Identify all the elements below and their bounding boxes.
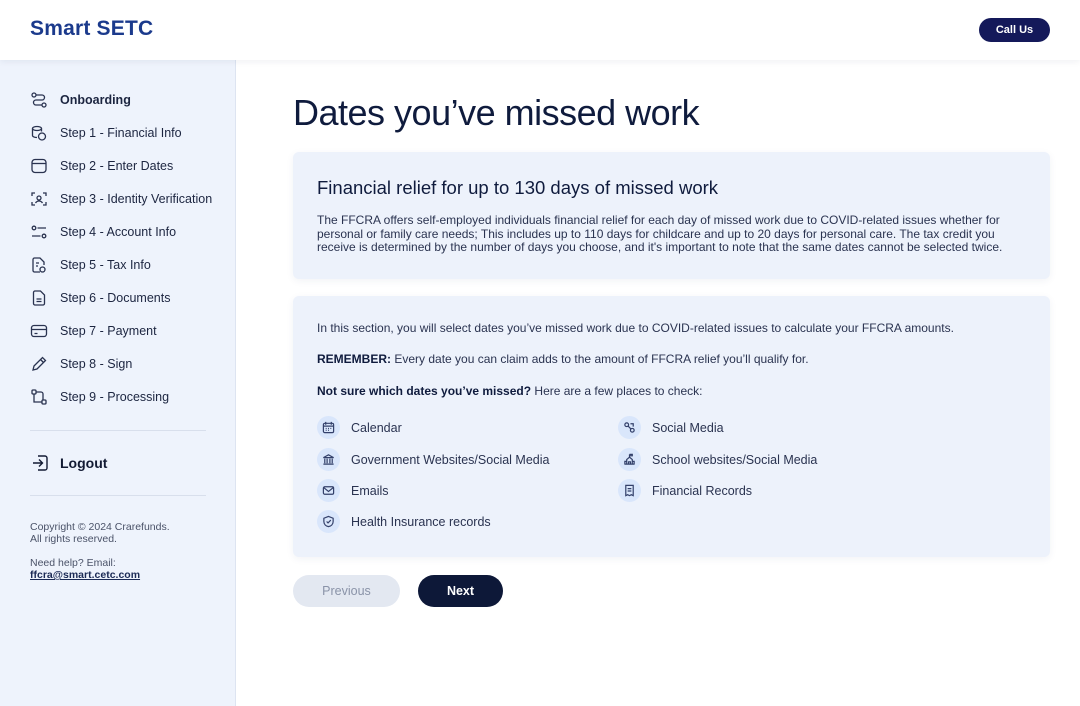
sidebar-item-label: Step 7 - Payment [60,324,157,338]
copyright-line: Copyright © 2024 Crarefunds. [30,521,170,533]
sidebar-item-label: Step 9 - Processing [60,390,170,404]
info-card: Financial relief for up to 130 days of m… [293,152,1050,279]
document-icon [30,289,48,307]
sidebar-item-step-6[interactable]: Step 6 - Documents [30,288,170,308]
shield-icon [317,510,340,533]
sidebar-item-label: Step 6 - Documents [60,291,171,305]
next-button[interactable]: Next [418,575,503,607]
sidebar-item-label: Onboarding [60,93,131,107]
sidebar-item-label: Step 5 - Tax Info [60,258,151,272]
source-label: Calendar [351,420,402,435]
logout-icon [30,453,50,473]
help-email-link[interactable]: ffcra@smart.cetc.com [30,569,140,581]
remember-label: REMEMBER: [317,352,391,366]
face-scan-icon [30,190,48,208]
help-label: Need help? Email: [30,557,116,569]
sidebar-item-step-8[interactable]: Step 8 - Sign [30,354,132,374]
sidebar-item-step-3[interactable]: Step 3 - Identity Verification [30,189,212,209]
sidebar-divider [30,430,206,431]
sidebar-item-step-4[interactable]: Step 4 - Account Info [30,222,176,242]
instructions-intro: In this section, you will select dates y… [317,321,954,335]
source-social-media: Social Media [618,416,724,439]
remember-note: REMEMBER: Every date you can claim adds … [317,352,809,366]
route-icon [30,91,48,109]
source-label: Social Media [652,420,724,435]
receipt-icon [618,479,641,502]
sidebar-item-step-2[interactable]: Step 2 - Enter Dates [30,156,173,176]
help-contact: Need help? Email: ffcra@smart.cetc.com [30,557,140,581]
info-card-title: Financial relief for up to 130 days of m… [317,177,719,198]
sidebar-divider [30,495,206,496]
source-school: School websites/Social Media [618,448,817,471]
sidebar-item-step-1[interactable]: Step 1 - Financial Info [30,123,182,143]
government-building-icon [317,448,340,471]
sidebar-item-label: Step 3 - Identity Verification [60,192,213,206]
not-sure-label: Not sure which dates you’ve missed? [317,384,532,398]
not-sure-note: Not sure which dates you’ve missed? Here… [317,384,702,398]
sidebar-item-step-7[interactable]: Step 7 - Payment [30,321,157,341]
source-financial-records: Financial Records [618,479,752,502]
sidebar-item-label: Step 8 - Sign [60,357,133,371]
source-health-insurance: Health Insurance records [317,510,491,533]
instructions-card: In this section, you will select dates y… [293,296,1050,557]
tax-document-icon [30,256,48,274]
info-card-body: The FFCRA offers self-employed individua… [317,213,1003,254]
previous-button[interactable]: Previous [293,575,400,607]
source-emails: Emails [317,479,389,502]
logout-button[interactable]: Logout [30,453,107,473]
source-label: Financial Records [652,483,753,498]
logo[interactable]: Smart SETC [30,17,153,41]
calendar-icon [317,416,340,439]
sliders-icon [30,223,48,241]
sidebar-item-label: Step 1 - Financial Info [60,126,182,140]
source-label: School websites/Social Media [652,452,818,467]
copyright: Copyright © 2024 Crarefunds. All rights … [30,521,170,545]
call-us-button[interactable]: Call Us [979,18,1050,42]
remember-text: Every date you can claim adds to the amo… [391,352,809,366]
sidebar-item-onboarding[interactable]: Onboarding [30,90,131,110]
source-government: Government Websites/Social Media [317,448,549,471]
sidebar-item-step-9[interactable]: Step 9 - Processing [30,387,169,407]
school-icon [618,448,641,471]
page-title: Dates you’ve missed work [293,92,700,133]
calendar-icon [30,157,48,175]
source-label: Government Websites/Social Media [351,452,550,467]
coins-icon [30,124,48,142]
sidebar-item-label: Step 4 - Account Info [60,225,177,239]
workflow-icon [30,388,48,406]
sidebar-item-step-5[interactable]: Step 5 - Tax Info [30,255,151,275]
social-icon [618,416,641,439]
logout-label: Logout [60,455,108,471]
pen-icon [30,355,48,373]
source-calendar: Calendar [317,416,402,439]
top-bar: Smart SETC Call Us [0,0,1080,60]
sidebar: Onboarding Step 1 - Financial Info Step … [0,60,236,706]
source-label: Health Insurance records [351,514,491,529]
not-sure-text: Here are a few places to check: [531,384,703,398]
credit-card-icon [30,322,48,340]
sidebar-item-label: Step 2 - Enter Dates [60,159,174,173]
copyright-line: All rights reserved. [30,533,117,545]
mail-icon [317,479,340,502]
source-label: Emails [351,483,389,498]
